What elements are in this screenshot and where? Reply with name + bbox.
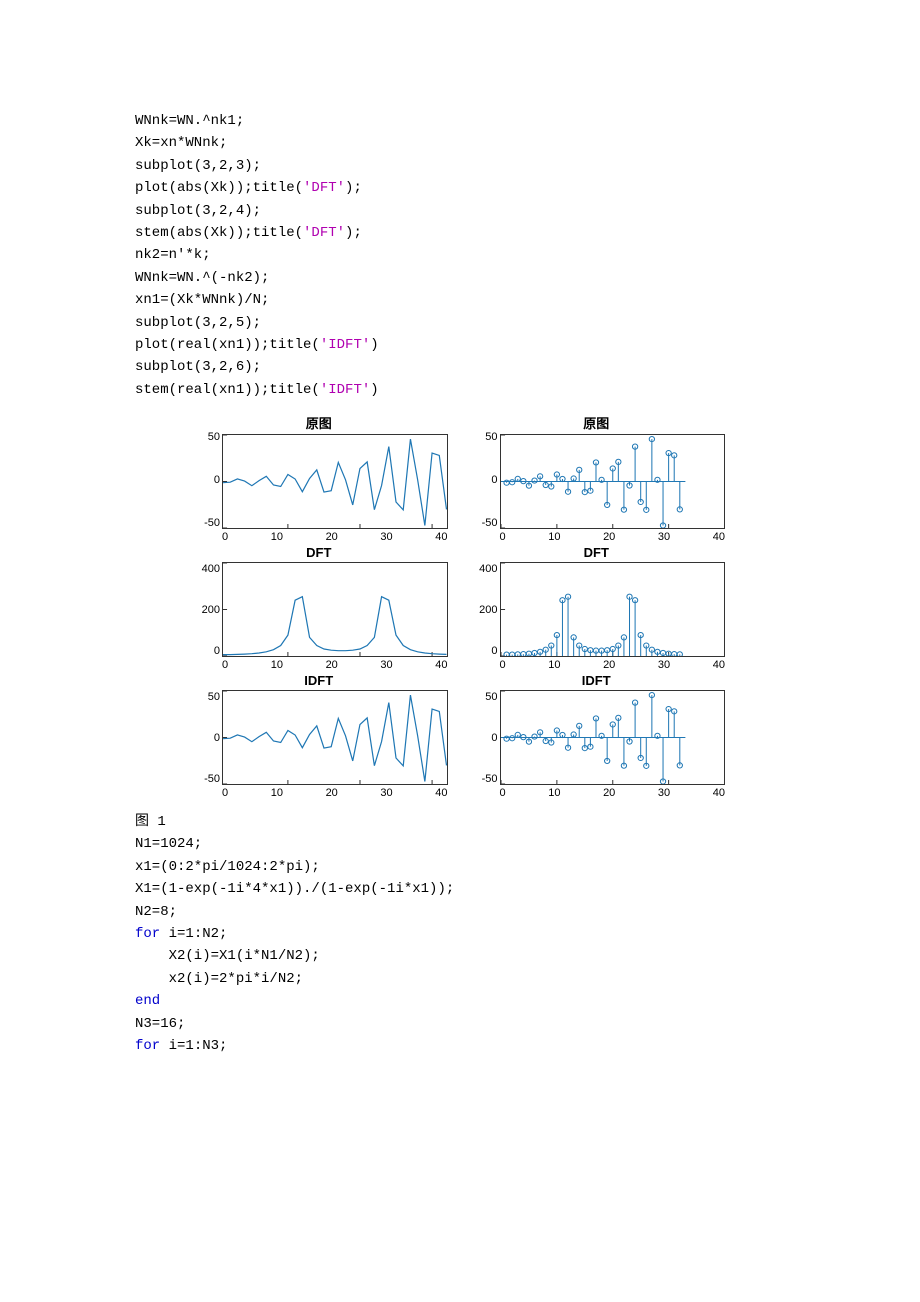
plot-area bbox=[222, 562, 448, 657]
chart-idft_line: IDFT 500-50010203040 bbox=[190, 673, 448, 799]
chart-dft_line: DFT 4002000010203040 bbox=[190, 545, 448, 671]
x-tick-labels: 010203040 bbox=[500, 529, 726, 543]
plot-area bbox=[500, 690, 726, 785]
figure-label: 图 1 bbox=[135, 811, 785, 833]
x-tick-labels: 010203040 bbox=[222, 657, 448, 671]
plot-area bbox=[500, 562, 726, 657]
code-block-bottom: N1=1024;x1=(0:2*pi/1024:2*pi);X1=(1-exp(… bbox=[135, 833, 785, 1057]
figure-grid: 原图500-50010203040原图500-50010203040DFT400… bbox=[190, 413, 725, 799]
y-tick-labels: 4002000 bbox=[190, 563, 220, 657]
chart-title: 原图 bbox=[190, 413, 448, 432]
y-tick-labels: 500-50 bbox=[190, 691, 220, 785]
y-tick-labels: 500-50 bbox=[468, 431, 498, 529]
y-tick-labels: 500-50 bbox=[190, 431, 220, 529]
chart-title: DFT bbox=[190, 545, 448, 560]
x-tick-labels: 010203040 bbox=[222, 529, 448, 543]
chart-orig_line: 原图500-50010203040 bbox=[190, 413, 448, 543]
plot-area bbox=[222, 690, 448, 785]
chart-title: IDFT bbox=[190, 673, 448, 688]
plot-area bbox=[500, 434, 726, 529]
chart-title: DFT bbox=[468, 545, 726, 560]
y-tick-labels: 4002000 bbox=[468, 563, 498, 657]
chart-idft_stem: IDFT 500-50010203040 bbox=[468, 673, 726, 799]
x-tick-labels: 010203040 bbox=[222, 785, 448, 799]
y-tick-labels: 500-50 bbox=[468, 691, 498, 785]
plot-area bbox=[222, 434, 448, 529]
code-block-top: WNnk=WN.^nk1;Xk=xn*WNnk;subplot(3,2,3);p… bbox=[135, 110, 785, 401]
chart-title: 原图 bbox=[468, 413, 726, 432]
chart-dft_stem: DFT 4002000010203040 bbox=[468, 545, 726, 671]
chart-title: IDFT bbox=[468, 673, 726, 688]
x-tick-labels: 010203040 bbox=[500, 785, 726, 799]
chart-orig_stem: 原图500-50010203040 bbox=[468, 413, 726, 543]
x-tick-labels: 010203040 bbox=[500, 657, 726, 671]
